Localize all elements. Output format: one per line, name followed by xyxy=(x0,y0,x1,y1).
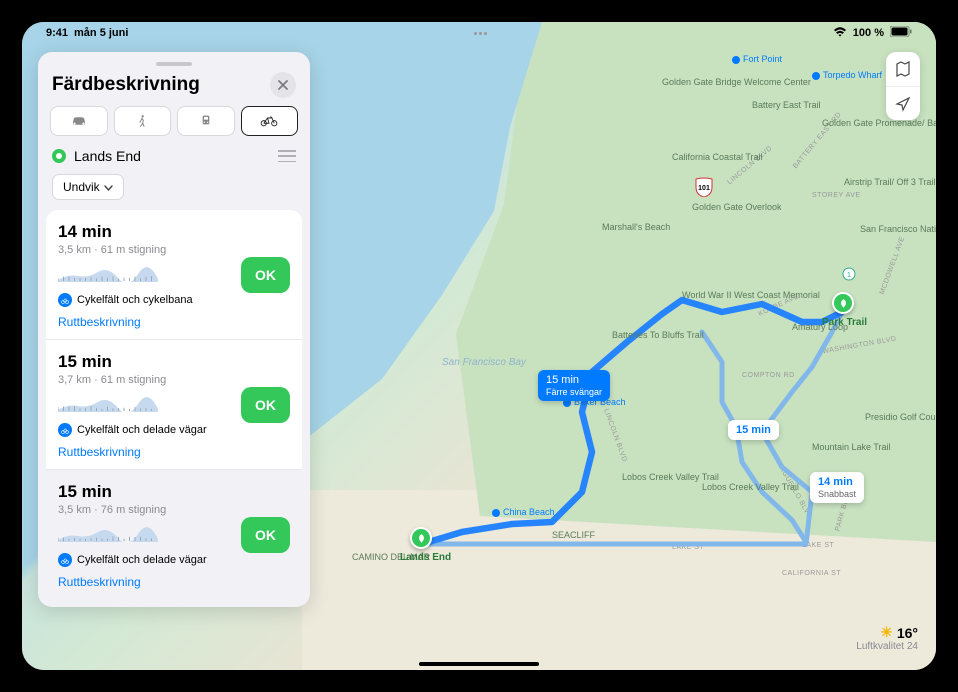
route-label-alt2[interactable]: 14 min Snabbast xyxy=(810,472,864,503)
poi-label: Golden Gate Bridge Welcome Center xyxy=(662,77,811,87)
route-info-text: Cykelfält och delade vägar xyxy=(77,554,207,566)
route-steps-link[interactable]: Ruttbeskrivning xyxy=(58,575,290,589)
route-card[interactable]: 15 min 3,7 km · 61 m stigning Cykelfält … xyxy=(46,339,302,469)
status-bar: 9:41 mån 5 juni 100 % xyxy=(22,22,936,44)
car-icon xyxy=(70,115,88,127)
poi-label: Battery East Trail xyxy=(752,100,821,110)
poi-label[interactable]: Fort Point xyxy=(732,54,782,64)
route-label-primary[interactable]: 15 min Färre svängar xyxy=(538,370,610,401)
route-time: 14 min xyxy=(58,222,290,242)
poi-label: Lobos Creek Valley Trail xyxy=(702,482,799,492)
mode-tab-cycle[interactable] xyxy=(241,106,299,136)
elevation-chart xyxy=(58,264,158,282)
panel-drag-handle[interactable] xyxy=(156,62,192,66)
route-label-time: 14 min xyxy=(818,476,856,489)
walk-icon xyxy=(133,115,151,127)
map-controls xyxy=(886,52,920,120)
transit-icon xyxy=(197,115,215,127)
weather-temp: 16° xyxy=(897,625,918,641)
route-meta: 3,5 km · 61 m stigning xyxy=(58,244,290,256)
avoid-button[interactable]: Undvik xyxy=(52,174,124,200)
wifi-icon xyxy=(833,27,847,40)
routes-list: 14 min 3,5 km · 61 m stigning Cykelfält … xyxy=(46,210,302,599)
bike-lane-icon xyxy=(58,293,72,307)
destination-bullet-icon xyxy=(52,149,66,163)
mode-tab-car[interactable] xyxy=(50,106,108,136)
weather-air-quality: Luftkvalitet 24 xyxy=(856,641,918,652)
elevation-chart xyxy=(58,524,158,542)
bike-lane-icon xyxy=(58,423,72,437)
go-button[interactable]: OK xyxy=(241,387,290,423)
route-info-text: Cykelfält och delade vägar xyxy=(77,424,207,436)
chevron-down-icon xyxy=(104,180,113,194)
status-time: 9:41 xyxy=(46,27,68,39)
route-info-text: Cykelfält och cykelbana xyxy=(77,294,193,306)
poi-label: SEACLIFF xyxy=(552,530,595,540)
poi-label[interactable]: Torpedo Wharf xyxy=(812,70,882,80)
poi-label: Mountain Lake Trail xyxy=(812,442,891,452)
poi-label: San Francisco National Cemetery xyxy=(860,224,936,234)
poi-label: Batteries To Bluffs Trail xyxy=(612,330,704,340)
mode-tab-transit[interactable] xyxy=(177,106,235,136)
locate-button[interactable] xyxy=(886,86,920,120)
weather-widget[interactable]: ☀︎16° Luftkvalitet 24 xyxy=(856,624,918,652)
mode-tabs xyxy=(38,106,310,144)
svg-text:1: 1 xyxy=(847,272,851,279)
destination-row[interactable]: Lands End xyxy=(38,144,310,174)
multitask-dots[interactable] xyxy=(474,32,487,35)
poi-label: World War II West Coast Memorial xyxy=(682,290,820,300)
poi-label: San Francisco Bay xyxy=(442,357,526,368)
route-steps-link[interactable]: Ruttbeskrivning xyxy=(58,445,290,459)
poi-label: Airstrip Trail/ Off 3 Trail xyxy=(844,177,935,187)
route-steps-link[interactable]: Ruttbeskrivning xyxy=(58,315,290,329)
close-button[interactable] xyxy=(270,72,296,98)
battery-icon xyxy=(890,26,912,40)
elevation-chart xyxy=(58,394,158,412)
map-mode-button[interactable] xyxy=(886,52,920,86)
endpoint-start-label: Lands End xyxy=(400,552,451,563)
endpoint-start[interactable] xyxy=(410,527,432,549)
poi-label: Golden Gate Promenade/ Bay Trail xyxy=(822,118,936,128)
poi-label: Lobos Creek Valley Trail xyxy=(622,472,719,482)
close-icon xyxy=(278,80,288,90)
directions-panel: Färdbeskrivning xyxy=(38,52,310,607)
bike-lane-icon xyxy=(58,553,72,567)
battery-pct: 100 % xyxy=(853,27,884,39)
poi-label: Golden Gate Overlook xyxy=(692,202,782,212)
destination-name: Lands End xyxy=(74,148,270,164)
highway-shield: 101 xyxy=(694,177,714,199)
route-time: 15 min xyxy=(58,482,290,502)
endpoint-end-label: Park Trail xyxy=(822,317,867,328)
route-label-time: 15 min xyxy=(546,374,602,387)
sun-icon: ☀︎ xyxy=(880,624,893,641)
poi-label: Presidio Golf Course xyxy=(865,412,936,422)
highway-marker: 1 xyxy=(842,267,856,283)
svg-text:101: 101 xyxy=(698,185,710,192)
poi-label: California Coastal Trail xyxy=(672,152,763,162)
route-card[interactable]: 14 min 3,5 km · 61 m stigning Cykelfält … xyxy=(46,210,302,339)
reorder-handle-icon[interactable] xyxy=(278,150,296,162)
route-label-sub: Färre svängar xyxy=(546,387,602,397)
go-button[interactable]: OK xyxy=(241,517,290,553)
go-button[interactable]: OK xyxy=(241,257,290,293)
route-label-time: 15 min xyxy=(736,424,771,436)
route-time: 15 min xyxy=(58,352,290,372)
panel-title: Färdbeskrivning xyxy=(52,74,200,96)
status-date: mån 5 juni xyxy=(74,27,128,39)
route-card[interactable]: 15 min 3,5 km · 76 m stigning Cykelfält … xyxy=(46,469,302,599)
route-label-alt1[interactable]: 15 min xyxy=(728,420,779,440)
route-meta: 3,7 km · 61 m stigning xyxy=(58,374,290,386)
home-indicator[interactable] xyxy=(419,662,539,666)
avoid-label: Undvik xyxy=(63,180,100,194)
poi-label[interactable]: China Beach xyxy=(492,507,555,517)
route-meta: 3,5 km · 76 m stigning xyxy=(58,504,290,516)
mode-tab-walk[interactable] xyxy=(114,106,172,136)
poi-label: Marshall's Beach xyxy=(602,222,670,232)
endpoint-end[interactable] xyxy=(832,292,854,314)
bicycle-icon xyxy=(260,115,278,127)
route-label-sub: Snabbast xyxy=(818,489,856,499)
